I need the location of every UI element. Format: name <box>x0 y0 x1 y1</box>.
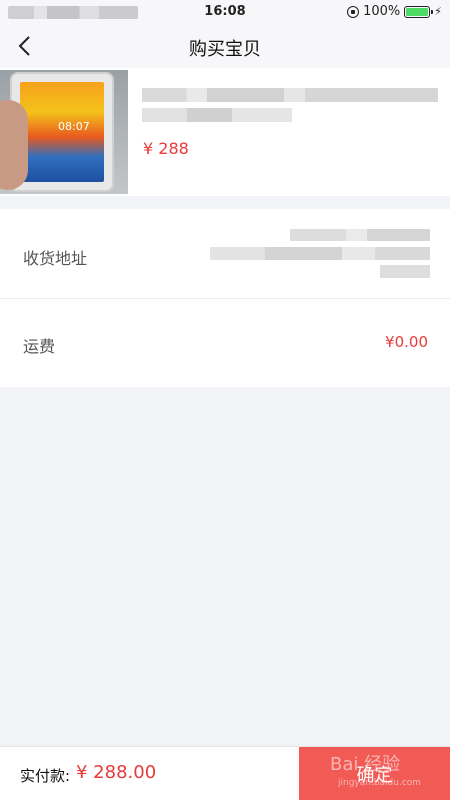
product-price: ¥ 288 <box>143 139 189 158</box>
product-thumbnail: 08:07 <box>0 70 128 194</box>
page-title: 购买宝贝 <box>189 39 261 60</box>
address-blurred <box>290 229 430 241</box>
product-title-blurred-line2 <box>142 108 292 122</box>
watermark: Bai 经验 <box>330 754 401 775</box>
hand-image <box>0 100 28 190</box>
address-blurred-line3 <box>380 265 430 278</box>
phone-screen: 08:07 <box>20 82 104 182</box>
order-details: 收货地址 运费 ¥0.00 <box>0 209 450 387</box>
product-title-blurred <box>142 88 438 102</box>
navigation-bar: 购买宝贝 <box>0 24 450 68</box>
battery-status: 100% ⚡ <box>347 4 442 19</box>
battery-icon <box>404 5 434 18</box>
divider <box>0 298 450 299</box>
total-value: ¥ 288.00 <box>76 762 157 783</box>
address-label: 收货地址 <box>23 249 88 268</box>
shipping-value: ¥0.00 <box>385 333 428 351</box>
watermark-url: jingyan.baidu.com <box>338 778 422 788</box>
address-blurred-line2 <box>210 247 430 260</box>
charging-bolt-icon: ⚡ <box>434 5 442 18</box>
total-label: 实付款: <box>20 767 71 785</box>
phone-clock: 08:07 <box>58 120 90 133</box>
shipping-label: 运费 <box>23 337 56 356</box>
orientation-lock-icon <box>347 5 360 18</box>
battery-percent: 100% <box>363 4 401 19</box>
status-bar: 16:08 100% ⚡ <box>0 0 450 24</box>
